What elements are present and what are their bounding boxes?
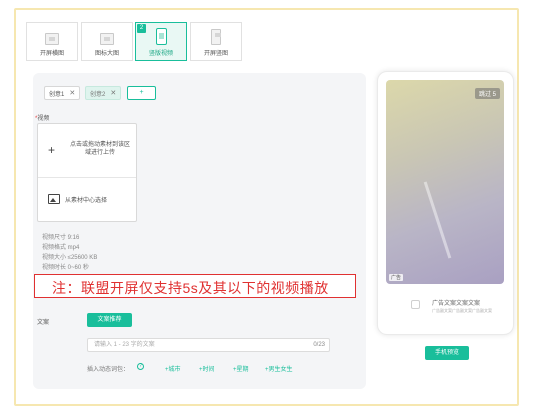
wildcard-gender[interactable]: +男生女生 — [265, 364, 293, 373]
wildcard-label: 插入动态词包： — [87, 367, 130, 373]
tab-label: 开屏竖图 — [203, 51, 228, 57]
video-spec-duration: 视频时长 0~60 秒 — [42, 265, 89, 271]
phone-video-icon — [155, 28, 167, 45]
tab-icon-large[interactable]: 图标大图 — [81, 22, 133, 61]
tab-badge: 2 — [137, 24, 146, 33]
preview-screen: 跳过 5 广告 — [386, 80, 504, 284]
wildcard-time[interactable]: +时间 — [199, 364, 215, 373]
image-placeholder-icon — [100, 33, 114, 45]
video-upload-box: + 点击或拖动素材到该区域进行上传 从素材中心选择 — [37, 123, 137, 222]
wildcard-weekday[interactable]: +星期 — [233, 364, 249, 373]
help-icon[interactable]: ? — [137, 363, 144, 370]
tab-splash-vertical[interactable]: 开屏竖图 — [190, 22, 242, 61]
close-icon[interactable]: ✕ — [69, 89, 75, 97]
video-spec-size: 视频尺寸 9:16 — [42, 235, 80, 241]
tab-label: 开屏横图 — [39, 51, 64, 57]
ad-tag: 广告 — [389, 274, 404, 281]
ad-title: 广告文案文案文案 — [432, 301, 481, 307]
idea-tag-2[interactable]: 创意2 ✕ — [85, 86, 122, 100]
image-placeholder-icon — [211, 29, 221, 45]
tab-label: 竖版视频 — [148, 51, 173, 57]
phone-preview-button[interactable]: 手机预览 — [425, 346, 469, 360]
tab-label: 图标大图 — [94, 51, 119, 57]
upload-hint: 点击或拖动素材到该区域进行上传 — [69, 142, 130, 156]
idea-tag-label: 创意2 — [90, 91, 106, 98]
video-field-label: *视频 — [35, 113, 49, 122]
skip-button[interactable]: 跳过 5 — [474, 88, 500, 99]
add-idea-button[interactable]: + — [127, 86, 156, 100]
idea-tag-1[interactable]: 创意1 ✕ — [44, 86, 81, 100]
ad-logo-icon — [411, 300, 420, 309]
copy-field-label: 文案 — [37, 320, 50, 326]
ad-subtitle: 广告副文案广告副文案广告副文案 — [432, 308, 492, 313]
idea-tag-label: 创意1 — [49, 91, 65, 98]
notice-text: 注：联盟开屏仅支持5s及其以下的视频播放 — [52, 280, 329, 296]
upload-dropzone[interactable]: + 点击或拖动素材到该区域进行上传 — [38, 124, 136, 178]
notice-banner: 注：联盟开屏仅支持5s及其以下的视频播放 — [34, 274, 356, 298]
plus-icon: + — [48, 143, 56, 157]
tab-splash-horizontal[interactable]: 开屏横图 — [26, 22, 78, 61]
light-streak — [423, 181, 452, 259]
wildcard-city[interactable]: +城市 — [165, 364, 181, 373]
copy-input-wrapper: 0/23 — [87, 338, 330, 352]
image-placeholder-icon — [45, 33, 59, 45]
tab-vertical-video[interactable]: 2 竖版视频 — [135, 22, 187, 61]
video-spec-filesize: 视频大小 ≤25600 KB — [42, 255, 98, 261]
image-library-icon — [48, 194, 60, 204]
copy-recommend-button[interactable]: 文案推荐 — [87, 313, 132, 327]
char-counter: 0/23 — [313, 342, 325, 348]
video-label-text: 视频 — [37, 116, 50, 122]
copy-input[interactable] — [88, 339, 288, 351]
video-spec-format: 视频格式 mp4 — [42, 245, 80, 251]
material-library-label: 从素材中心选择 — [65, 198, 108, 204]
close-icon[interactable]: ✕ — [110, 89, 116, 97]
